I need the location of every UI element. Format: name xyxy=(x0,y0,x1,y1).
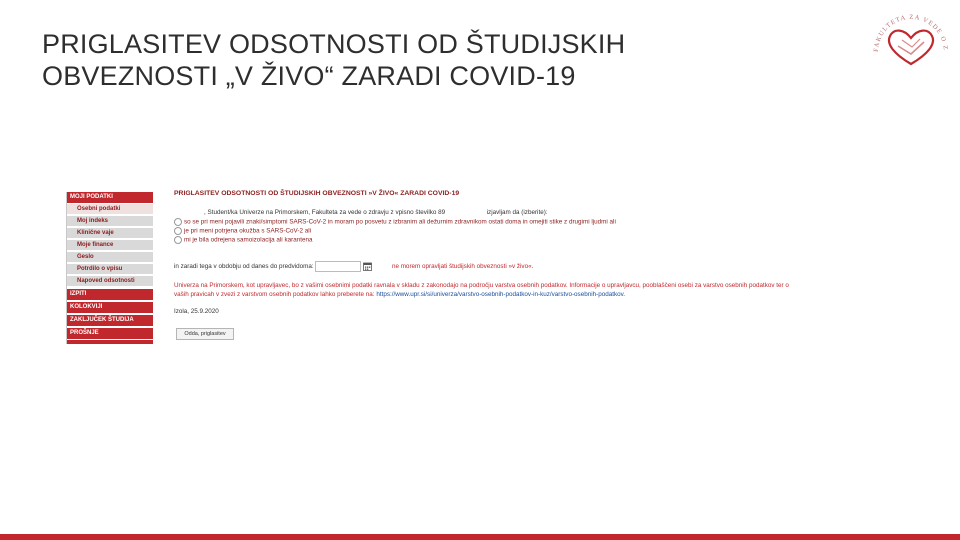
svg-text:FAKULTETA ZA VEDE O ZDRAVJU: FAKULTETA ZA VEDE O ZDRAVJU xyxy=(866,2,949,52)
logo-text: FAKULTETA ZA VEDE O ZDRAVJU xyxy=(866,2,948,52)
option-symptoms-label: so se pri meni pojavili znaki/simptomi S… xyxy=(184,218,616,226)
privacy-line-2: vaših pravicah v zvezi z varstvom osebni… xyxy=(174,291,625,298)
sidebar-item-osebni-podatki[interactable]: Osebni podatki xyxy=(67,204,153,215)
portal-sidebar: MOJI PODATKI Osebni podatki Moj indeks K… xyxy=(66,192,155,344)
option-row-symptoms[interactable]: so se pri meni pojavili znaki/simptomi S… xyxy=(174,218,616,226)
option-symptoms-radio[interactable] xyxy=(174,218,182,226)
slide-title-line-1: PRIGLASITEV ODSOTNOSTI OD ŠTUDIJSKIH xyxy=(42,29,626,59)
option-quarantine-label: mi je bila odrejena samoizolacija ali ka… xyxy=(184,236,313,244)
place-date: Izola, 25.9.2020 xyxy=(174,308,219,315)
option-infection-label: je pri meni potrjena okužba s SARS-CoV-2… xyxy=(184,227,312,235)
sidebar-item-zakljucek-studija[interactable]: ZAKLJUČEK ŠTUDIJA xyxy=(67,315,153,326)
sidebar-item-izpiti[interactable]: IZPITI xyxy=(67,289,153,300)
privacy-link[interactable]: https://www.upr.si/si/univerza/varstvo-o… xyxy=(376,291,623,298)
sidebar-item-moje-finance[interactable]: Moje finance xyxy=(67,240,153,251)
sidebar-item-prosnje[interactable]: PROŠNJE xyxy=(67,328,153,339)
sidebar-item-moji-podatki[interactable]: MOJI PODATKI xyxy=(67,192,153,203)
calendar-icon[interactable] xyxy=(363,262,373,271)
submit-button[interactable]: Odda, priglasitev xyxy=(176,328,234,340)
sidebar-item-kolokviji[interactable]: KOLOKVIJI xyxy=(67,302,153,313)
option-row-quarantine[interactable]: mi je bila odrejena samoizolacija ali ka… xyxy=(174,236,312,244)
slide-title: PRIGLASITEV ODSOTNOSTI OD ŠTUDIJSKIH OBV… xyxy=(42,28,742,92)
sidebar-item-geslo[interactable]: Geslo xyxy=(67,252,153,263)
option-row-infection[interactable]: je pri meni potrjena okužba s SARS-CoV-2… xyxy=(174,227,311,235)
option-quarantine-radio[interactable] xyxy=(174,236,182,244)
sidebar-item-napoved-odsotnosti[interactable]: Napoved odsotnosti xyxy=(67,276,153,287)
period-text: in zaradi tega v obdobju od danes do pre… xyxy=(174,263,314,271)
intro-line: , Student/ka Univerze na Primorskem, Fak… xyxy=(204,209,548,216)
sidebar-item-moj-indeks[interactable]: Moj indeks xyxy=(67,216,153,227)
sidebar-item-klinicne-vaje[interactable]: Klinične vaje xyxy=(67,228,153,239)
period-row: in zaradi tega v obdobju od danes do pre… xyxy=(174,261,533,272)
privacy-end: . xyxy=(623,291,626,298)
slide-bottom-bar xyxy=(0,534,960,540)
heart-hands-icon xyxy=(887,29,935,66)
sidebar-item-potrdilo-o-vpisu[interactable]: Potrdilo o vpisu xyxy=(67,264,153,275)
sidebar-bottom-border xyxy=(67,340,153,344)
slide-title-line-2: OBVEZNOSTI „V ŽIVO“ ZARADI COVID-19 xyxy=(42,61,576,91)
intro-text: , Student/ka Univerze na Primorskem, Fak… xyxy=(204,209,446,216)
end-date-input[interactable] xyxy=(315,261,362,272)
form-title: PRIGLASITEV ODSOTNOSTI OD ŠTUDIJSKIH OBV… xyxy=(174,190,460,197)
embedded-portal-screenshot: MOJI PODATKI Osebni podatki Moj indeks K… xyxy=(62,186,948,346)
intro-choose-text: izjavljam da (izberite): xyxy=(486,209,548,216)
option-infection-radio[interactable] xyxy=(174,227,182,235)
privacy-text: vaših pravicah v zvezi z varstvom osebni… xyxy=(174,291,375,298)
period-end-text: ne morem opravljati študijskih obveznost… xyxy=(391,263,534,271)
privacy-line-1: Univerza na Primorskem, kot upravljavec,… xyxy=(174,282,789,289)
faculty-logo: FAKULTETA ZA VEDE O ZDRAVJU xyxy=(866,2,949,66)
